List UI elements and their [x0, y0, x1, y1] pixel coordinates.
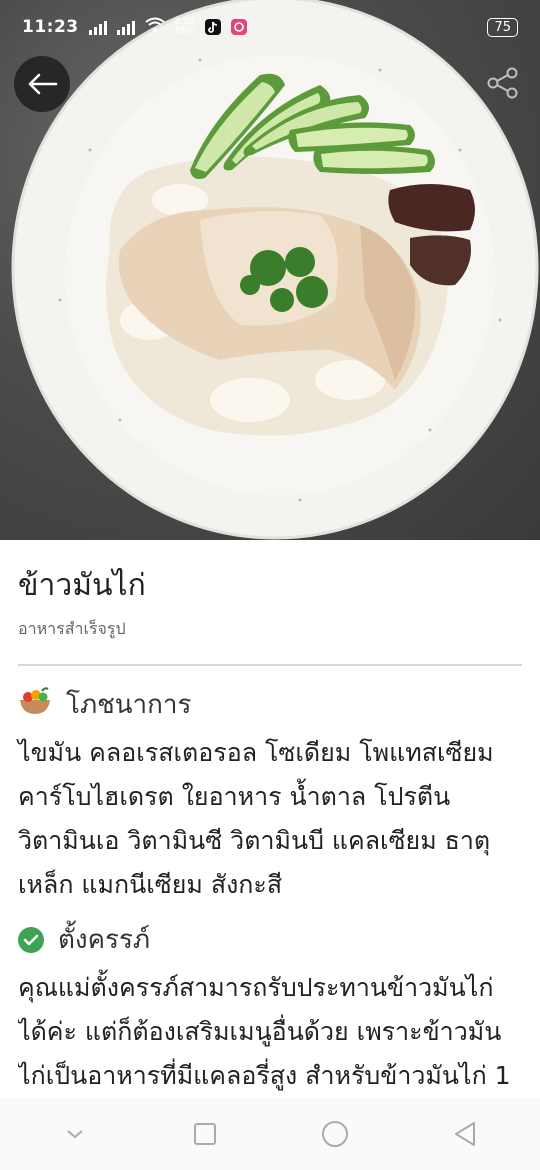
pregnancy-text: คุณแม่ตั้งครรภ์สามารถรับประทานข้าวมันไก่…	[18, 973, 511, 1112]
network-speed-unit: KB/s	[174, 26, 195, 36]
divider	[18, 664, 522, 666]
signal-icon	[88, 19, 107, 35]
check-circle-icon	[18, 926, 44, 953]
food-photo	[0, 0, 540, 540]
status-bar: 11:23 6.00 KB/s 75	[0, 0, 540, 54]
pregnancy-header: ตั้งครรภ์	[18, 919, 522, 960]
status-time: 11:23	[22, 17, 79, 37]
back-triangle-icon[interactable]	[435, 1104, 495, 1164]
arrow-left-icon	[28, 73, 58, 95]
nutrition-header: โภชนาการ	[18, 684, 522, 725]
wifi-icon	[145, 17, 165, 38]
tiktok-icon	[204, 19, 221, 35]
food-category: อาหารสำเร็จรูป	[18, 619, 126, 638]
network-speed: 6.00 KB/s	[175, 18, 195, 36]
share-icon[interactable]	[486, 66, 520, 104]
pregnancy-text-clip: คุณแม่ตั้งครรภ์สามารถรับประทานข้าวมันไก่…	[18, 960, 522, 1112]
home-square-icon[interactable]	[175, 1104, 235, 1164]
pregnancy-heading: ตั้งครรภ์	[58, 925, 151, 955]
home-circle-icon[interactable]	[305, 1104, 365, 1164]
status-left-group: 11:23 6.00 KB/s	[22, 17, 247, 38]
battery-indicator: 75	[487, 17, 518, 37]
signal-icon-2	[116, 19, 135, 35]
live-app-icon	[230, 19, 247, 35]
salad-bowl-icon	[18, 686, 52, 723]
nutrition-text: ไขมัน คลอเรสเตอรอล โซเดียม โพแทสเซียม คา…	[18, 738, 494, 899]
chicken-rice-illustration	[11, 0, 539, 540]
collapse-icon[interactable]	[45, 1104, 105, 1164]
food-detail-content: ข้าวมันไก่ อาหารสำเร็จรูป โภชนาการ ไขมัน…	[18, 540, 522, 1112]
back-button[interactable]	[14, 56, 70, 112]
food-title: ข้าวมันไก่	[18, 568, 146, 603]
navigation-bar	[0, 1098, 540, 1170]
nutrition-heading: โภชนาการ	[66, 690, 192, 720]
